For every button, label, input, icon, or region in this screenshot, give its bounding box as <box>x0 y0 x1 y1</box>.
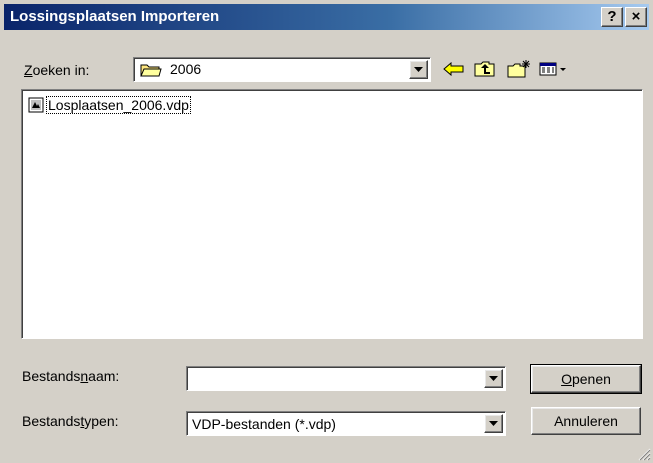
folder-icon <box>140 64 162 77</box>
resize-grip-icon[interactable] <box>638 448 651 461</box>
up-folder-button[interactable] <box>472 57 498 81</box>
file-list[interactable]: Losplaatsen_2006.vdp <box>21 89 643 339</box>
back-arrow-icon <box>443 62 464 76</box>
lookin-value: 2006 <box>170 61 202 77</box>
vdp-file-icon <box>28 97 44 113</box>
view-menu-icon <box>539 62 566 76</box>
open-button[interactable]: Openen <box>530 364 642 394</box>
filetype-select[interactable]: VDP-bestanden (*.vdp) <box>186 411 506 436</box>
help-button[interactable]: ? <box>601 7 623 27</box>
list-item[interactable]: Losplaatsen_2006.vdp <box>28 96 191 114</box>
chevron-down-icon <box>489 376 498 381</box>
chevron-down-icon <box>414 67 423 72</box>
filetype-dropdown-button[interactable] <box>484 414 503 433</box>
filetype-value: VDP-bestanden (*.vdp) <box>192 416 336 432</box>
chevron-down-icon <box>489 421 498 426</box>
file-open-dialog: Lossingsplaatsen Importeren ? × Zoeken i… <box>0 0 653 463</box>
lookin-dropdown-button[interactable] <box>409 60 428 79</box>
filename-combo[interactable] <box>186 366 506 391</box>
lookin-label: Zoeken in: <box>24 62 90 78</box>
list-item-label: Losplaatsen_2006.vdp <box>46 96 191 114</box>
filename-label: Bestandsnaam: <box>22 368 120 384</box>
lookin-combo[interactable]: 2006 <box>133 57 431 82</box>
filetype-label: Bestandstypen: <box>22 413 119 429</box>
up-folder-icon <box>474 61 495 77</box>
back-button[interactable] <box>441 57 467 81</box>
cancel-button[interactable]: Annuleren <box>531 407 641 435</box>
view-menu-button[interactable] <box>538 57 572 81</box>
filename-dropdown-button[interactable] <box>484 369 503 388</box>
new-folder-icon <box>507 60 530 78</box>
dialog-title: Lossingsplaatsen Importeren <box>10 8 220 25</box>
close-button[interactable]: × <box>625 7 647 27</box>
new-folder-button[interactable] <box>506 57 532 81</box>
title-bar[interactable]: Lossingsplaatsen Importeren ? × <box>4 4 649 30</box>
